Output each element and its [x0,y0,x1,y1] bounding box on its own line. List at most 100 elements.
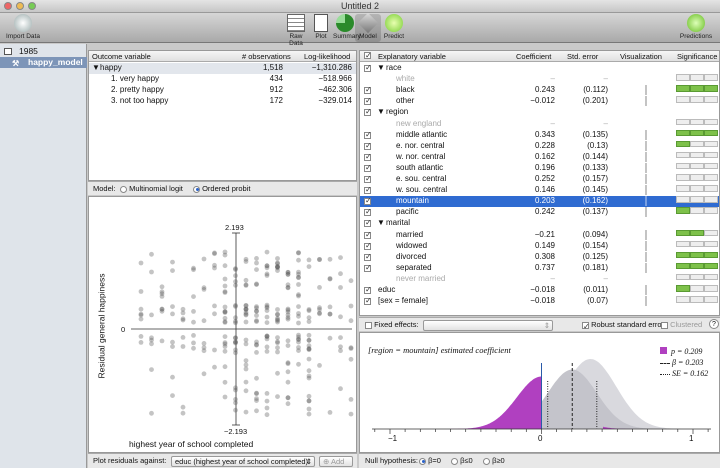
robust-se-checkbox[interactable] [582,320,590,333]
raw-data-button[interactable]: Raw Data [284,14,308,47]
row-checkbox[interactable] [364,285,372,296]
radio-button[interactable] [120,185,127,193]
table-row[interactable]: e. nor. central 0.228 (0.13) [360,140,719,151]
table-row[interactable]: mountain 0.203 (0.162) [360,196,719,207]
radio-button[interactable] [419,457,426,465]
row-checkbox[interactable] [364,163,372,173]
residual-point [254,390,259,396]
significance-indicator [704,129,718,137]
table-row[interactable]: divorced 0.308 (0.125) [360,251,719,262]
minimize-window-button[interactable] [16,2,24,10]
radio-button[interactable] [451,457,458,465]
predictions-button[interactable]: Predictions [676,14,716,40]
group-row[interactable]: ▼ region [360,107,719,118]
row-checkbox[interactable] [364,296,372,307]
row-checkbox[interactable] [364,130,372,140]
table-row[interactable]: 2. pretty happy 912 −462.306 [89,85,356,96]
group-row[interactable]: ▼ marital [360,218,719,229]
row-checkbox[interactable] [364,152,372,162]
plot-button[interactable]: Plot [311,14,331,40]
table-row[interactable]: south atlantic 0.196 (0.133) [360,162,719,173]
select-all-checkbox[interactable] [364,50,372,61]
table-row[interactable]: 1. very happy 434 −518.966 [89,74,356,85]
table-row[interactable]: ▼ happy 1,518 −1,310.286 [89,63,356,74]
zoom-window-button[interactable] [28,2,36,10]
group-row[interactable]: ▼ race [360,63,719,74]
robust-se-toggle[interactable]: Robust standard errors [582,318,668,333]
row-checkbox[interactable] [364,196,372,207]
fixed-effects-checkbox[interactable] [365,321,372,329]
summary-button[interactable]: Summary [333,14,361,40]
table-row[interactable]: white – – [360,74,719,85]
ordered-probit-radio[interactable]: Ordered probit [193,182,250,195]
row-checkbox[interactable] [364,96,372,107]
mini-distribution [645,185,647,196]
row-checkbox[interactable] [364,230,372,240]
significance-indicator [704,229,718,236]
fixed-effects-select[interactable]: ⇕ [423,320,553,331]
row-checkbox[interactable] [364,174,372,185]
table-row[interactable]: 3. not too happy 172 −329.014 [89,96,356,107]
clustered-toggle[interactable]: Clustered [661,318,702,331]
residual-variable-select[interactable]: educ (highest year of school completed) … [171,456,315,467]
y-top-label: 2.193 [225,223,244,232]
disclosure-triangle-icon[interactable]: ▼ [377,218,385,229]
add-button[interactable]: ⊕ Add [319,456,353,467]
row-checkbox[interactable] [364,207,372,218]
table-row[interactable]: e. sou. central 0.252 (0.157) [360,174,719,185]
table-row[interactable]: other −0.012 (0.201) [360,96,719,107]
significance-indicator [704,85,718,92]
table-row[interactable]: w. sou. central 0.146 (0.145) [360,185,719,196]
table-row[interactable]: never married – – [360,273,719,285]
table-row[interactable]: married −0.21 (0.094) [360,229,719,240]
disclosure-triangle-icon[interactable]: ▼ [377,107,385,118]
multinomial-logit-radio[interactable]: Multinomial logit [120,182,183,195]
table-row[interactable]: widowed 0.149 (0.154) [360,240,719,251]
residual-point [170,344,175,349]
table-row[interactable]: black 0.243 (0.112) [360,85,719,96]
sidebar-item-model[interactable]: ⚒ happy_model [0,57,87,68]
row-checkbox[interactable] [364,263,372,273]
residual-point [254,267,259,272]
table-row[interactable]: new england – – [360,118,719,130]
predict-button[interactable]: Predict [382,14,406,40]
row-checkbox[interactable] [364,141,372,151]
row-checkbox[interactable] [364,252,372,262]
radio-button[interactable] [193,185,200,193]
row-checkbox[interactable] [364,218,372,229]
residual-point [306,406,312,412]
table-row[interactable]: [sex = female] −0.018 (0.07) [360,296,719,307]
fixed-effects-toggle[interactable]: Fixed effects: [365,318,419,331]
residual-point [264,349,270,354]
table-row[interactable]: middle atlantic 0.343 (0.135) [360,129,719,140]
radio-button[interactable] [483,457,490,465]
close-window-button[interactable] [4,2,12,10]
significance-indicator [690,251,704,259]
sidebar-item-dataset[interactable]: 1985 [0,46,87,57]
residual-point [243,362,249,368]
significance-indicator [676,251,690,259]
table-row[interactable]: educ −0.018 (0.011) [360,285,719,296]
residual-point [306,356,312,362]
table-row[interactable]: pacific 0.242 (0.137) [360,207,719,218]
residual-point [222,304,228,310]
disclosure-triangle-icon[interactable]: ▼ [377,63,385,74]
disclosure-triangle-icon[interactable]: ▼ [92,63,100,74]
row-checkbox[interactable] [364,241,372,251]
row-checkbox[interactable] [364,85,372,96]
row-checkbox[interactable] [364,185,372,196]
table-row[interactable]: separated 0.737 (0.181) [360,262,719,273]
null-beta-le-0-radio[interactable]: β≤0 [451,454,473,468]
clustered-checkbox[interactable] [661,321,668,329]
residual-point [243,282,249,288]
row-checkbox[interactable] [364,107,372,118]
residual-point [254,375,259,381]
help-icon[interactable]: ? [709,319,719,329]
null-beta-ge-0-radio[interactable]: β≥0 [483,454,505,468]
row-checkbox[interactable] [364,63,372,74]
null-beta-eq-0-radio[interactable]: β=0 [419,454,441,468]
import-data-button[interactable]: Import Data [6,14,40,40]
residual-point [306,368,312,374]
table-row[interactable]: w. nor. central 0.162 (0.144) [360,151,719,162]
model-button[interactable]: Model [355,12,381,42]
